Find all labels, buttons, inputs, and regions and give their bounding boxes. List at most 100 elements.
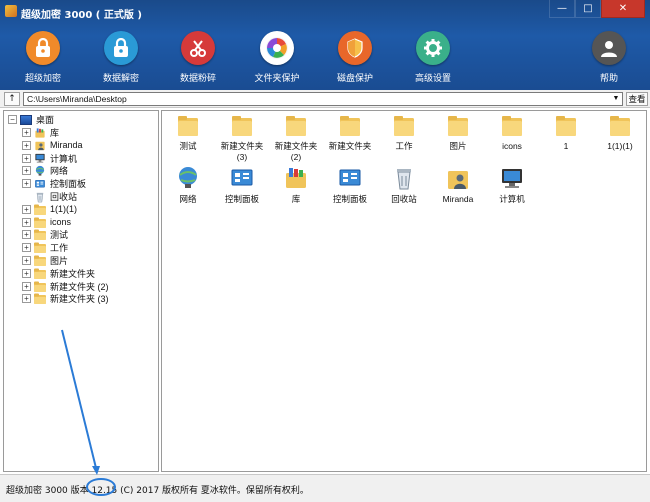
address-bar: ↑ C:\Users\Miranda\Desktop ▼ 查看 — [0, 90, 650, 108]
file-item[interactable]: 工作 — [378, 112, 430, 152]
tree-item-label: 1(1)(1) — [50, 204, 78, 215]
tree-item[interactable]: +1(1)(1) — [22, 203, 77, 216]
advanced-settings-button[interactable]: 高级设置 — [398, 28, 468, 86]
encrypt-button[interactable]: 超级加密 — [8, 28, 78, 86]
tree-item[interactable]: 回收站 — [22, 190, 77, 203]
tree-item-label: 回收站 — [50, 192, 78, 202]
file-item[interactable]: 计算机 — [486, 165, 538, 205]
tree-item[interactable]: + 库 — [22, 126, 59, 139]
tree-root-desktop[interactable]: − 桌面 — [8, 113, 54, 126]
file-item[interactable]: 控制面板 — [216, 165, 268, 205]
expand-icon[interactable]: + — [22, 153, 31, 163]
tree-item[interactable]: + 新建文件夹 (3) — [22, 292, 109, 305]
file-item[interactable]: icons — [486, 112, 538, 152]
view-button[interactable]: 查看 — [626, 92, 648, 106]
file-item[interactable]: Miranda — [432, 165, 484, 205]
folder-protect-button[interactable]: 文件夹保护 — [242, 28, 312, 86]
tree-item-label: 控制面板 — [50, 179, 87, 190]
minimize-button[interactable]: — — [549, 0, 575, 18]
file-item[interactable]: 网络 — [162, 165, 214, 205]
lock-icon — [26, 31, 60, 65]
network-icon — [175, 165, 201, 191]
tree-item-label: 新建文件夹 (3) — [50, 294, 109, 305]
version-highlight-circle — [86, 478, 116, 496]
file-item[interactable]: 1 — [540, 112, 592, 152]
tree-item[interactable]: + 新建文件夹 — [22, 267, 95, 280]
file-item-label: 新建文件夹 (3) — [220, 141, 264, 162]
collapse-icon[interactable]: − — [8, 115, 17, 124]
control-panel-icon — [229, 165, 255, 191]
tree-item-label: 工作 — [50, 243, 69, 254]
expand-icon[interactable]: + — [22, 140, 31, 150]
file-item[interactable]: 新建文件夹 (2) — [270, 112, 322, 163]
desktop-icon — [20, 114, 32, 125]
disk-protect-label: 磁盘保护 — [336, 74, 373, 84]
folder-icon — [34, 242, 46, 254]
folder-icon — [337, 112, 363, 138]
file-item-label: 1(1)(1) — [607, 141, 633, 151]
network-icon — [34, 165, 46, 177]
expand-icon[interactable]: + — [22, 243, 31, 253]
shred-button[interactable]: 数据粉碎 — [163, 28, 233, 86]
scissors-icon — [181, 31, 215, 65]
folder-tree[interactable]: − 桌面 + 库 + Miranda + 计算机 + 网络 + 控制面板 回收站 +1(1)(1) + i… — [3, 110, 159, 472]
tree-item[interactable]: + Miranda — [22, 139, 83, 152]
close-button[interactable]: ✕ — [601, 0, 645, 18]
path-text: C:\Users\Miranda\Desktop — [27, 94, 127, 104]
tree-item[interactable]: + 图片 — [22, 254, 68, 267]
file-item-label: Miranda — [442, 194, 474, 204]
chevron-down-icon[interactable]: ▼ — [610, 93, 622, 105]
expand-icon[interactable]: + — [22, 294, 31, 304]
tree-item[interactable]: + 测试 — [22, 228, 68, 241]
status-bar: 超级加密 3000 版本 12.15 (C) 2017 版权所有 夏冰软件。保留… — [0, 474, 650, 502]
unlock-icon — [104, 31, 138, 65]
app-icon — [5, 5, 17, 17]
file-item[interactable]: 新建文件夹 — [324, 112, 376, 152]
file-item[interactable]: 库 — [270, 165, 322, 205]
expand-icon[interactable]: + — [22, 166, 31, 176]
tree-item-label: 新建文件夹 (2) — [50, 281, 109, 292]
expand-icon[interactable]: + — [22, 256, 31, 265]
file-item[interactable]: 1(1)(1) — [594, 112, 646, 152]
expand-icon[interactable]: + — [22, 230, 31, 240]
file-item[interactable]: 新建文件夹 (3) — [216, 112, 268, 163]
user-icon — [592, 31, 626, 65]
help-button[interactable]: 帮助 — [574, 28, 644, 86]
tree-item[interactable]: + 网络 — [22, 164, 68, 177]
expand-icon[interactable]: + — [22, 281, 31, 291]
file-item[interactable]: 图片 — [432, 112, 484, 152]
library-icon — [283, 165, 309, 191]
app-header: 超级加密 3000 ( 正式版 ) — □ ✕ 超级加密 数据解密 数据粉碎 文… — [0, 0, 650, 90]
tree-item[interactable]: + 工作 — [22, 241, 68, 254]
control-panel-icon — [34, 178, 46, 190]
up-button[interactable]: ↑ — [4, 92, 20, 106]
disk-protect-button[interactable]: 磁盘保护 — [320, 28, 390, 86]
tree-item[interactable]: + 计算机 — [22, 152, 77, 165]
tree-item-label: 计算机 — [50, 153, 78, 164]
folder-protect-label: 文件夹保护 — [254, 74, 300, 84]
maximize-button[interactable]: □ — [575, 0, 601, 18]
file-item[interactable]: 测试 — [162, 112, 214, 152]
path-input[interactable]: C:\Users\Miranda\Desktop ▼ — [23, 92, 623, 106]
expand-icon[interactable]: + — [22, 128, 31, 137]
expand-icon[interactable]: + — [22, 268, 31, 278]
file-list[interactable]: 测试 新建文件夹 (3) 新建文件夹 (2) 新建文件夹 工作 图片 icons 1 1(1)(… — [161, 110, 647, 472]
expand-icon[interactable]: + — [22, 217, 31, 227]
tree-item[interactable]: + 控制面板 — [22, 177, 86, 190]
file-item[interactable]: 回收站 — [378, 165, 430, 205]
tree-item[interactable]: + 新建文件夹 (2) — [22, 280, 109, 293]
folder-icon — [445, 112, 471, 138]
tree-item-label: 网络 — [50, 166, 69, 177]
folder-icon — [391, 112, 417, 138]
expand-icon[interactable]: + — [22, 204, 31, 214]
file-item-label: 新建文件夹 (2) — [274, 141, 318, 162]
decrypt-button[interactable]: 数据解密 — [86, 28, 156, 86]
file-item-label: 计算机 — [499, 194, 525, 204]
tree-item-label: 测试 — [50, 230, 69, 241]
file-item-label: 测试 — [179, 141, 197, 151]
file-item[interactable]: 控制面板 — [324, 165, 376, 205]
folder-icon — [34, 281, 46, 292]
tree-item[interactable]: + icons — [22, 216, 71, 229]
expand-icon[interactable]: + — [22, 179, 31, 189]
control-panel-icon — [337, 165, 363, 191]
